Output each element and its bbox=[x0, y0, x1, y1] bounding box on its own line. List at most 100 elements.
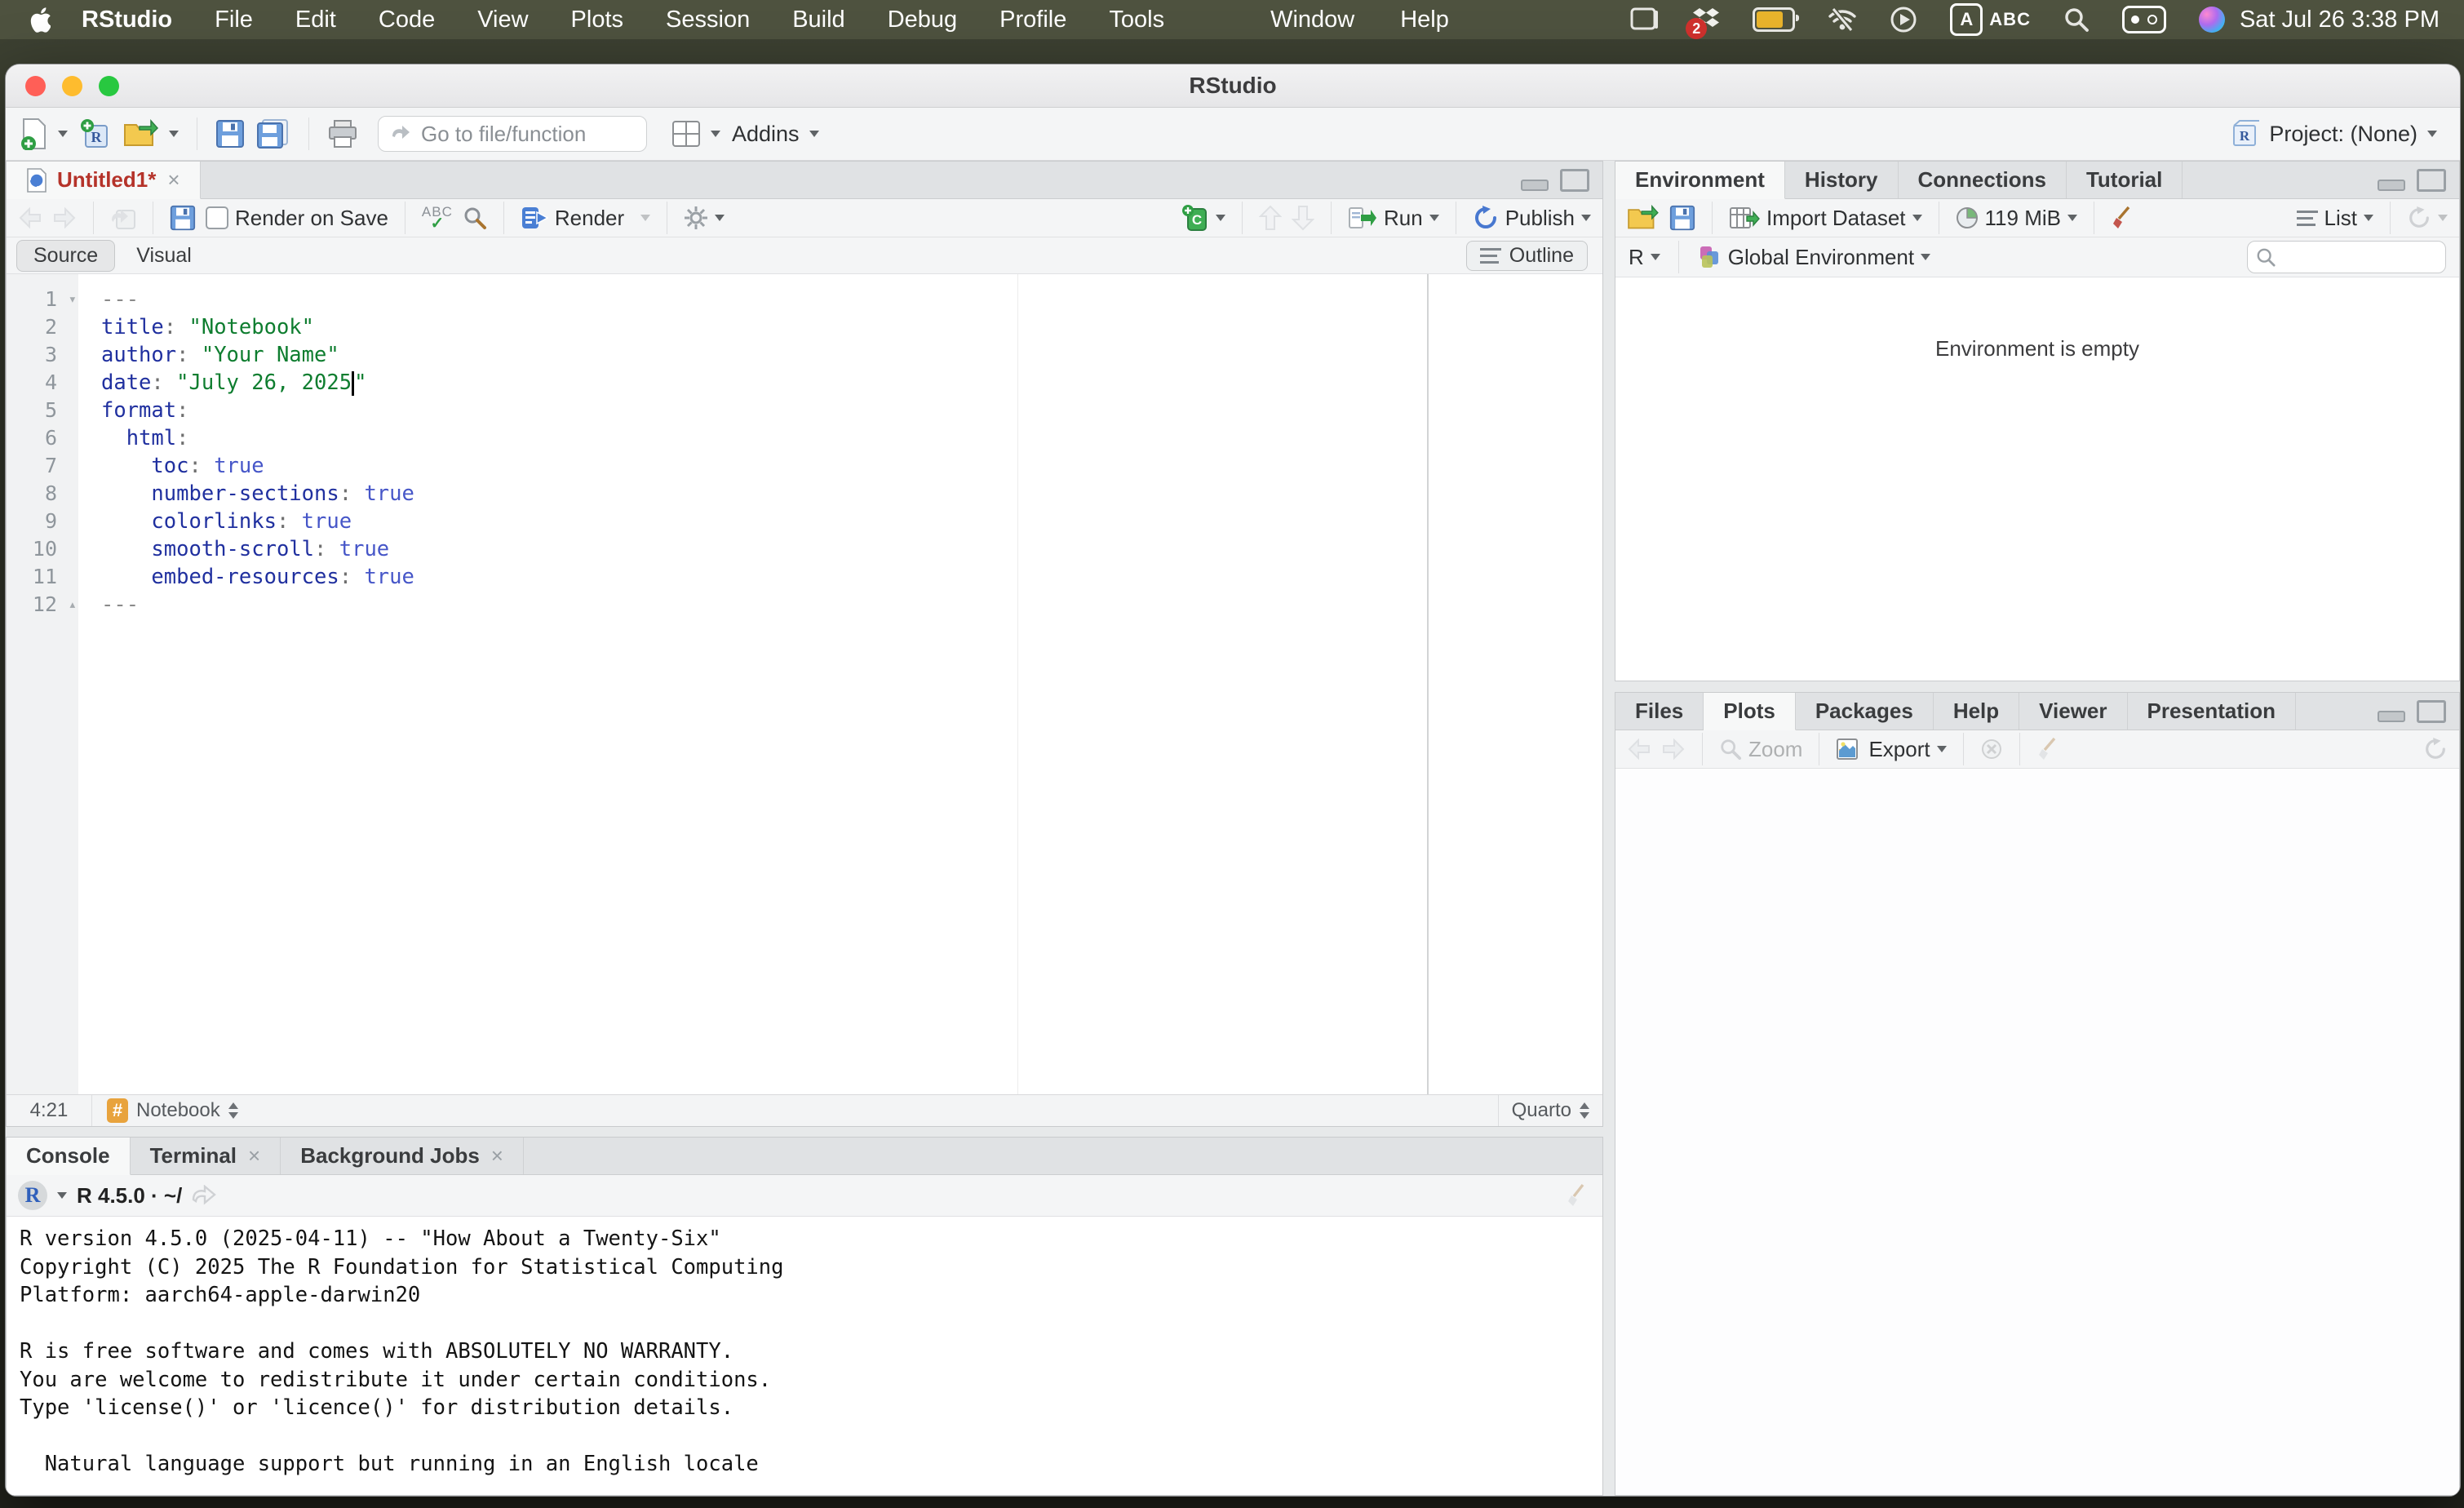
publish-button[interactable]: Publish bbox=[1473, 205, 1591, 231]
menu-item[interactable]: File bbox=[215, 7, 253, 33]
minimize-pane-icon[interactable] bbox=[1521, 180, 1549, 191]
menu-item[interactable]: Edit bbox=[295, 7, 336, 33]
line-number[interactable]: 1▾ bbox=[7, 286, 78, 313]
chevron-down-icon[interactable] bbox=[640, 215, 650, 221]
new-project-button[interactable]: R bbox=[79, 118, 112, 150]
render-on-save-checkbox[interactable]: Render on Save bbox=[206, 206, 388, 231]
open-file-button[interactable] bbox=[123, 118, 179, 149]
memory-usage-button[interactable]: 119 MiB bbox=[1956, 206, 2077, 231]
menu-item[interactable]: Session bbox=[666, 7, 750, 33]
battery-icon[interactable] bbox=[1753, 7, 1795, 32]
save-button[interactable] bbox=[215, 119, 245, 149]
forward-icon[interactable] bbox=[52, 206, 77, 229]
back-icon[interactable] bbox=[18, 206, 42, 229]
apple-menu-icon[interactable] bbox=[29, 7, 51, 33]
chevron-down-icon[interactable] bbox=[2427, 131, 2437, 137]
find-replace-icon[interactable] bbox=[463, 206, 487, 230]
minimize-pane-icon[interactable] bbox=[2378, 180, 2405, 191]
tab-untitled1[interactable]: Untitled1* × bbox=[7, 162, 201, 199]
print-button[interactable] bbox=[327, 119, 358, 149]
run-previous-icon[interactable] bbox=[1259, 205, 1282, 231]
open-in-new-window-icon[interactable] bbox=[110, 206, 136, 230]
line-number[interactable]: 11 bbox=[7, 563, 78, 591]
addins-button[interactable]: Addins bbox=[732, 122, 819, 147]
chevron-down-icon[interactable] bbox=[2438, 215, 2448, 221]
menu-item[interactable]: Window bbox=[1270, 7, 1354, 33]
line-number[interactable]: 12▴ bbox=[7, 591, 78, 619]
environment-search[interactable] bbox=[2247, 241, 2446, 273]
document-format-selector[interactable]: Quarto bbox=[1498, 1095, 1602, 1126]
insert-chunk-button[interactable]: C bbox=[1181, 204, 1225, 232]
chevron-down-icon[interactable] bbox=[1651, 254, 1660, 260]
maximize-pane-icon[interactable] bbox=[1560, 169, 1589, 192]
siri-icon[interactable] bbox=[2199, 7, 2225, 33]
global-environment-selector[interactable]: Global Environment bbox=[1697, 244, 1930, 270]
files-tab[interactable]: Plots bbox=[1704, 693, 1796, 730]
refresh-plots-icon[interactable] bbox=[2423, 737, 2448, 761]
chevron-down-icon[interactable] bbox=[169, 131, 179, 137]
menu-item[interactable]: Tools bbox=[1109, 7, 1164, 33]
source-mode-button[interactable]: Source bbox=[16, 240, 115, 272]
chunk-selector[interactable]: # Notebook bbox=[92, 1098, 253, 1123]
display-mirroring-icon[interactable] bbox=[1630, 7, 1660, 32]
chevron-down-icon[interactable] bbox=[1581, 215, 1591, 221]
console-tab[interactable]: Background Jobs × bbox=[281, 1138, 524, 1174]
console-tab[interactable]: Terminal × bbox=[131, 1138, 281, 1174]
maximize-pane-icon[interactable] bbox=[2417, 169, 2446, 192]
chevron-down-icon[interactable] bbox=[1921, 254, 1930, 260]
previous-plot-icon[interactable] bbox=[1627, 738, 1651, 761]
screen-recording-icon[interactable] bbox=[1890, 6, 1917, 33]
visual-mode-button[interactable]: Visual bbox=[120, 241, 208, 271]
menu-item[interactable]: Build bbox=[792, 7, 845, 33]
line-number[interactable]: 5 bbox=[7, 397, 78, 424]
dropbox-icon[interactable]: 2 bbox=[1692, 7, 1720, 33]
code-editor[interactable]: 1▾23456789101112▴ ---title: "Notebook"au… bbox=[7, 274, 1602, 1094]
goto-file-search[interactable] bbox=[378, 116, 647, 152]
project-menu-button[interactable]: R Project: (None) bbox=[2230, 119, 2437, 149]
chevron-down-icon[interactable] bbox=[1429, 215, 1439, 221]
line-number[interactable]: 10 bbox=[7, 535, 78, 563]
clear-console-icon[interactable] bbox=[1567, 1183, 1591, 1208]
new-file-button[interactable] bbox=[20, 118, 68, 150]
input-source-icon[interactable]: A ABC bbox=[1950, 3, 2031, 36]
files-tab[interactable]: Help bbox=[1934, 693, 2019, 730]
environment-search-input[interactable] bbox=[2282, 245, 2424, 269]
menu-item[interactable]: View bbox=[477, 7, 528, 33]
load-workspace-icon[interactable] bbox=[1627, 204, 1660, 232]
window-titlebar[interactable]: RStudio bbox=[6, 64, 2460, 108]
outline-splitter[interactable] bbox=[1427, 274, 1429, 1094]
chevron-down-icon[interactable] bbox=[711, 131, 720, 137]
engine-selector[interactable]: R bbox=[1629, 245, 1660, 270]
list-view-button[interactable]: List bbox=[2297, 206, 2373, 231]
render-button[interactable]: Render bbox=[521, 206, 624, 231]
fold-toggle-icon[interactable]: ▾ bbox=[69, 286, 77, 313]
menu-item[interactable]: RStudio bbox=[82, 7, 172, 33]
chevron-down-icon[interactable] bbox=[57, 1192, 67, 1199]
minimize-pane-icon[interactable] bbox=[2378, 711, 2405, 722]
goto-directory-icon[interactable] bbox=[192, 1185, 216, 1206]
chevron-down-icon[interactable] bbox=[715, 215, 725, 221]
chevron-down-icon[interactable] bbox=[58, 131, 68, 137]
line-number[interactable]: 3 bbox=[7, 341, 78, 369]
save-all-button[interactable] bbox=[256, 118, 290, 149]
maximize-pane-icon[interactable] bbox=[2417, 700, 2446, 723]
line-number[interactable]: 4 bbox=[7, 369, 78, 397]
outline-toggle-button[interactable]: Outline bbox=[1466, 241, 1588, 271]
tab-close-icon[interactable]: × bbox=[248, 1143, 260, 1169]
console-tab[interactable]: Console bbox=[7, 1138, 131, 1175]
clear-environment-icon[interactable] bbox=[2111, 206, 2135, 230]
line-number[interactable]: 6 bbox=[7, 424, 78, 452]
next-plot-icon[interactable] bbox=[1661, 738, 1686, 761]
remove-plot-icon[interactable] bbox=[1980, 738, 2003, 761]
line-number[interactable]: 7 bbox=[7, 452, 78, 480]
chevron-down-icon[interactable] bbox=[1216, 215, 1225, 221]
save-workspace-icon[interactable] bbox=[1669, 205, 1695, 231]
environment-tab[interactable]: Connections bbox=[1899, 162, 2067, 198]
menu-item[interactable]: Debug bbox=[888, 7, 957, 33]
environment-tab[interactable]: Tutorial bbox=[2067, 162, 2183, 198]
files-tab[interactable]: Packages bbox=[1796, 693, 1934, 730]
chevron-down-icon[interactable] bbox=[809, 131, 819, 137]
tab-close-icon[interactable]: × bbox=[491, 1143, 503, 1169]
files-tab[interactable]: Viewer bbox=[2019, 693, 2127, 730]
environment-tab[interactable]: History bbox=[1785, 162, 1899, 198]
